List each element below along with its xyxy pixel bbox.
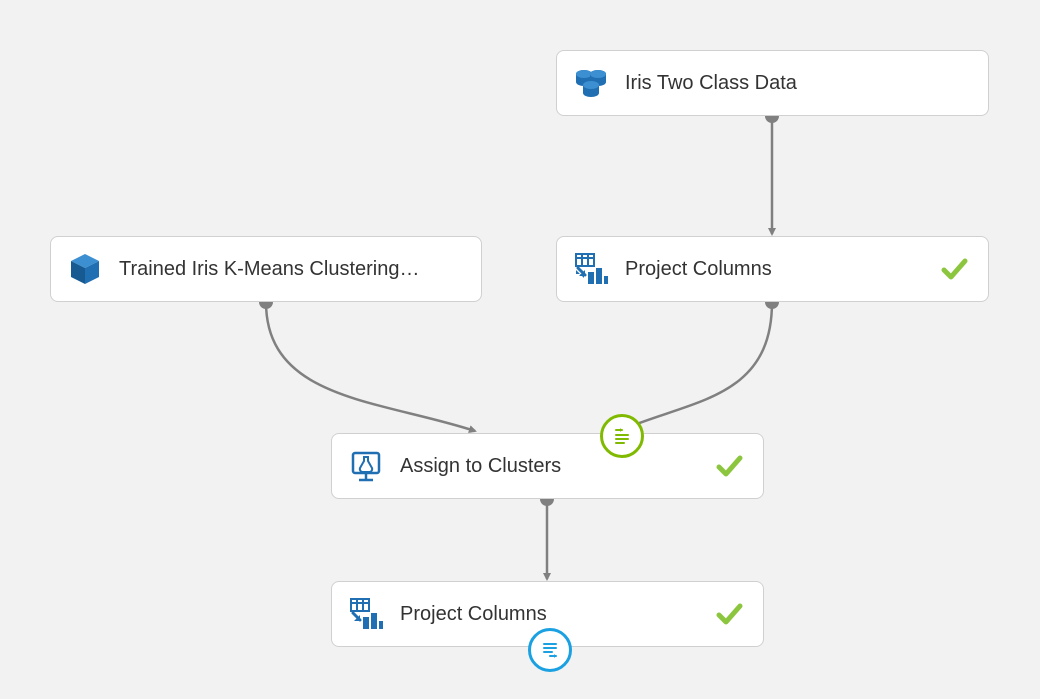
port-badge-transform-in[interactable] (600, 414, 644, 458)
node-trained-kmeans[interactable]: Trained Iris K-Means Clustering… (50, 236, 482, 302)
edge-project1-to-assign (619, 302, 772, 431)
node-label: Project Columns (625, 258, 938, 281)
edge-trained-to-assign (266, 302, 475, 431)
success-check-icon (713, 598, 745, 630)
transform-out-icon (540, 640, 560, 660)
cube-icon (65, 249, 105, 289)
node-iris-two-class-data[interactable]: Iris Two Class Data (556, 50, 989, 116)
output-ports (259, 109, 779, 654)
experiment-icon (346, 446, 386, 486)
project-columns-icon (346, 594, 386, 634)
database-icon (571, 63, 611, 103)
node-label: Project Columns (400, 603, 713, 626)
node-label: Trained Iris K-Means Clustering… (119, 258, 463, 281)
node-label: Assign to Clusters (400, 455, 713, 478)
success-check-icon (938, 253, 970, 285)
node-project-columns-1[interactable]: Project Columns (556, 236, 989, 302)
transform-in-icon (612, 426, 632, 446)
project-columns-icon (571, 249, 611, 289)
success-check-icon (713, 450, 745, 482)
node-assign-to-clusters[interactable]: Assign to Clusters (331, 433, 764, 499)
edges (266, 116, 772, 579)
port-badge-transform-out[interactable] (528, 628, 572, 672)
node-label: Iris Two Class Data (625, 72, 970, 95)
